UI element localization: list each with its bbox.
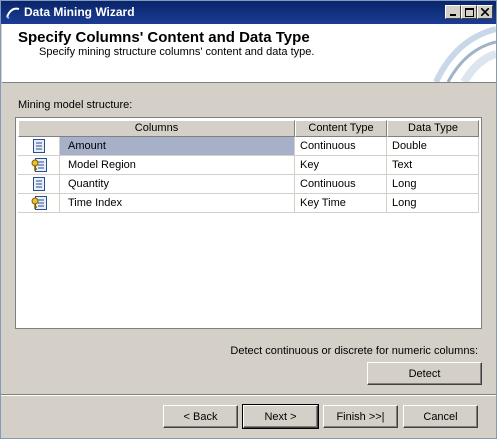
mining-structure-grid[interactable]: Columns Content Type Data Type Amount Co… — [15, 117, 482, 329]
maximize-icon — [464, 7, 474, 17]
content-type-cell[interactable]: Key — [295, 156, 387, 175]
data-type-cell[interactable]: Long — [387, 175, 479, 194]
column-name-cell[interactable]: Time Index — [60, 194, 295, 213]
column-header-data-type[interactable]: Data Type — [387, 120, 479, 137]
data-mining-app-icon — [6, 7, 20, 19]
footer-separator — [1, 394, 496, 396]
data-type-cell[interactable]: Text — [387, 156, 479, 175]
title-bar[interactable]: Data Mining Wizard — [1, 1, 496, 24]
wizard-banner-graphic — [433, 26, 496, 82]
page-subtitle: Specify mining structure columns' conten… — [39, 46, 315, 58]
window-title: Data Mining Wizard — [24, 5, 135, 19]
table-row[interactable]: Time Index Key Time Long — [18, 194, 479, 213]
column-name-cell[interactable]: Amount — [60, 137, 295, 156]
cancel-button[interactable]: Cancel — [403, 405, 478, 428]
wizard-window: Data Mining Wizard Specify Columns' Cont… — [0, 0, 497, 439]
column-name-cell[interactable]: Quantity — [60, 175, 295, 194]
back-button[interactable]: < Back — [163, 405, 238, 428]
column-name-cell[interactable]: Model Region — [60, 156, 295, 175]
data-type-cell[interactable]: Double — [387, 137, 479, 156]
column-header-columns[interactable]: Columns — [18, 120, 295, 137]
next-button[interactable]: Next > — [242, 404, 319, 429]
table-row[interactable]: Model Region Key Text — [18, 156, 479, 175]
column-icon — [32, 139, 45, 153]
detect-label: Detect continuous or discrete for numeri… — [230, 345, 478, 357]
content-type-cell[interactable]: Key Time — [295, 194, 387, 213]
grid-header: Columns Content Type Data Type — [18, 120, 479, 137]
close-icon — [481, 8, 489, 16]
minimize-icon — [450, 14, 456, 16]
content-type-cell[interactable]: Continuous — [295, 137, 387, 156]
table-row[interactable]: Quantity Continuous Long — [18, 175, 479, 194]
page-title: Specify Columns' Content and Data Type — [18, 29, 310, 46]
minimize-button[interactable] — [445, 5, 461, 19]
mining-structure-label: Mining model structure: — [18, 99, 133, 111]
column-icon — [32, 177, 45, 191]
close-button[interactable] — [477, 5, 493, 19]
table-row[interactable]: Amount Continuous Double — [18, 137, 479, 156]
content-type-cell[interactable]: Continuous — [295, 175, 387, 194]
maximize-button[interactable] — [461, 5, 477, 19]
key-column-icon — [31, 196, 47, 210]
data-type-cell[interactable]: Long — [387, 194, 479, 213]
finish-button[interactable]: Finish >>| — [323, 405, 398, 428]
detect-button[interactable]: Detect — [367, 362, 482, 385]
key-column-icon — [31, 158, 47, 172]
wizard-header: Specify Columns' Content and Data Type S… — [2, 24, 496, 83]
column-header-content-type[interactable]: Content Type — [295, 120, 387, 137]
